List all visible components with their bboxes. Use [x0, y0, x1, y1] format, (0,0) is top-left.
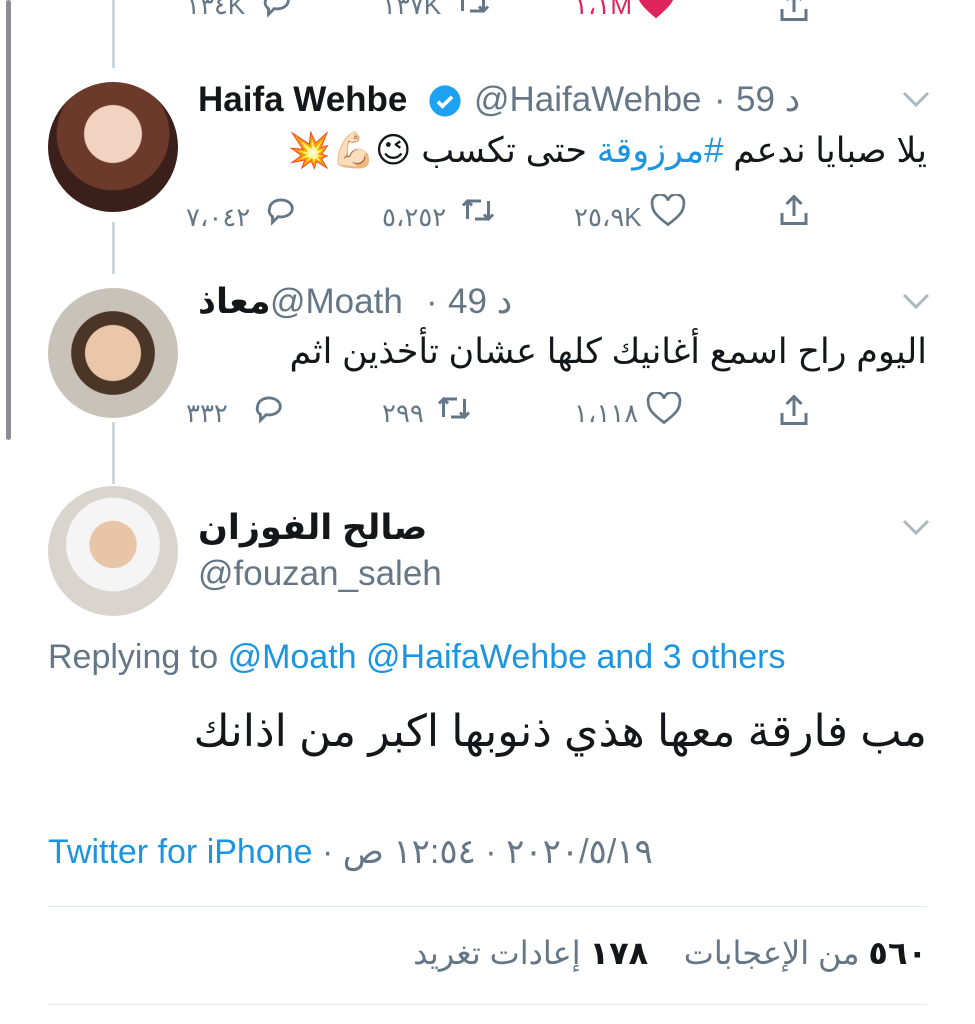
tweet-text: مب فارقة معها هذي ذنوبها اكبر من اذانك — [193, 707, 927, 756]
reply-icon[interactable] — [260, 0, 294, 20]
verified-badge-icon — [428, 84, 462, 118]
retweet-count: ١٣٧K — [382, 0, 442, 20]
like-count: ١،١M — [574, 0, 632, 20]
display-name[interactable]: Haifa Wehbe — [198, 80, 407, 120]
avatar[interactable] — [48, 82, 178, 212]
reply-count: ٧،٠٤٢ — [186, 202, 251, 232]
thread-line — [112, 222, 115, 274]
handle[interactable]: @fouzan_saleh — [198, 554, 442, 594]
share-icon[interactable] — [776, 392, 812, 428]
display-name[interactable]: صالح الفوزان — [198, 508, 427, 548]
likes-stat[interactable]: ٥٦٠ من الإعجابات — [684, 935, 927, 971]
retweets-label: إعادات تغريد — [413, 935, 581, 971]
reply-count: ٣٣٢ — [186, 398, 228, 428]
handle[interactable]: @Moath — [270, 282, 403, 322]
retweet-icon[interactable] — [455, 0, 491, 18]
tweet-text-part: يلا صبايا ندعم — [723, 131, 927, 170]
retweets-count: ١٧٨ — [589, 935, 649, 971]
chevron-down-icon[interactable] — [902, 518, 930, 536]
handle[interactable]: @HaifaWehbe — [474, 80, 702, 120]
avatar[interactable] — [48, 486, 178, 616]
divider — [48, 906, 927, 907]
retweets-stat[interactable]: ١٧٨ إعادات تغريد — [413, 935, 648, 971]
separator: · — [714, 80, 726, 119]
tweet[interactable]: Haifa Wehbe @HaifaWehbe · 59 د يلا صبايا… — [0, 68, 975, 232]
tweet-stats: ٥٦٠ من الإعجابات ١٧٨ إعادات تغريد — [413, 934, 927, 972]
reply-count: ١٣٤K — [186, 0, 246, 20]
like-count: ٢٥،٩K — [574, 202, 642, 232]
source-link[interactable]: Twitter for iPhone — [48, 833, 313, 871]
retweet-icon[interactable] — [436, 392, 472, 424]
timestamp[interactable]: 49 د — [448, 282, 512, 322]
tweet-text: اليوم راح اسمع أغانيك كلها عشان تأخذين ا… — [289, 332, 927, 371]
separator: · — [426, 282, 438, 321]
tweet-meta: Twitter for iPhone · ٢٠٢٠/٥/١٩ · ١٢:٥٤ ص — [48, 832, 653, 872]
share-icon[interactable] — [776, 192, 812, 228]
hashtag-link[interactable]: #مرزوقة — [597, 131, 724, 170]
share-icon[interactable] — [776, 0, 812, 24]
chevron-down-icon[interactable] — [902, 292, 930, 310]
like-count: ١،١١٨ — [574, 398, 639, 428]
retweet-icon[interactable] — [460, 194, 496, 226]
reply-icon[interactable] — [252, 392, 286, 426]
replying-to-label: Replying to — [48, 638, 219, 676]
timestamp: · ٢٠٢٠/٥/١٩ · ١٢:٥٤ ص — [312, 833, 653, 871]
timestamp[interactable]: 59 د — [736, 80, 800, 120]
reply-icon[interactable] — [264, 194, 298, 228]
likes-label: من الإعجابات — [683, 935, 860, 971]
avatar[interactable] — [48, 288, 178, 418]
retweet-count: ٥،٢٥٢ — [382, 202, 447, 232]
heart-icon[interactable] — [646, 392, 682, 426]
retweet-count: ٢٩٩ — [382, 398, 424, 428]
chevron-down-icon[interactable] — [902, 90, 930, 108]
divider — [48, 1004, 927, 1005]
heart-filled-icon[interactable] — [636, 0, 676, 20]
likes-count: ٥٦٠ — [868, 935, 927, 971]
replying-to: Replying to @Moath @HaifaWehbe and 3 oth… — [48, 638, 786, 677]
display-name[interactable]: معاذ — [198, 282, 271, 322]
main-tweet: صالح الفوزان @fouzan_saleh Replying to @… — [0, 484, 975, 1024]
heart-icon[interactable] — [650, 194, 686, 228]
tweet[interactable]: @Moath معاذ · 49 د اليوم راح اسمع أغانيك… — [0, 274, 975, 434]
tweet-text: يلا صبايا ندعم #مرزوقة حتى تكسب 😉💪🏻💥 — [288, 130, 927, 171]
replying-to-mentions[interactable]: @Moath @HaifaWehbe and 3 others — [228, 638, 786, 676]
tweet-text-part: حتى تكسب 😉💪🏻💥 — [287, 131, 597, 170]
top-action-bar: ١٣٤K ١٣٧K ١،١M — [0, 0, 975, 40]
